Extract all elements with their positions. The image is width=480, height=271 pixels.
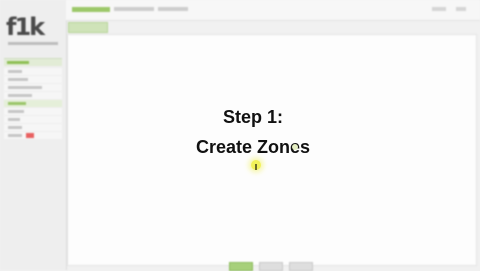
sidebar-item-2[interactable] bbox=[4, 76, 62, 83]
sidebar-item-1[interactable] bbox=[4, 68, 62, 75]
app-logo: f1k bbox=[6, 13, 45, 41]
top-bar bbox=[66, 0, 480, 21]
sidebar-item-4[interactable] bbox=[4, 92, 62, 99]
sidebar-item-3[interactable] bbox=[4, 84, 62, 91]
sidebar-section-header[interactable] bbox=[4, 58, 62, 66]
step-caption: Step 1: Create Zones bbox=[0, 102, 480, 162]
logout-link[interactable] bbox=[456, 7, 466, 11]
tab-active[interactable] bbox=[68, 22, 108, 33]
click-highlight bbox=[292, 144, 298, 150]
product-title bbox=[72, 7, 110, 12]
logo-tagline bbox=[8, 42, 58, 45]
step-number: Step 1: bbox=[222, 107, 283, 127]
user-menu[interactable] bbox=[432, 7, 446, 11]
mouse-cursor-icon bbox=[251, 160, 261, 170]
breadcrumb-item[interactable] bbox=[158, 7, 188, 11]
step-title: Create Zones bbox=[195, 137, 311, 157]
breadcrumb[interactable] bbox=[114, 7, 154, 11]
